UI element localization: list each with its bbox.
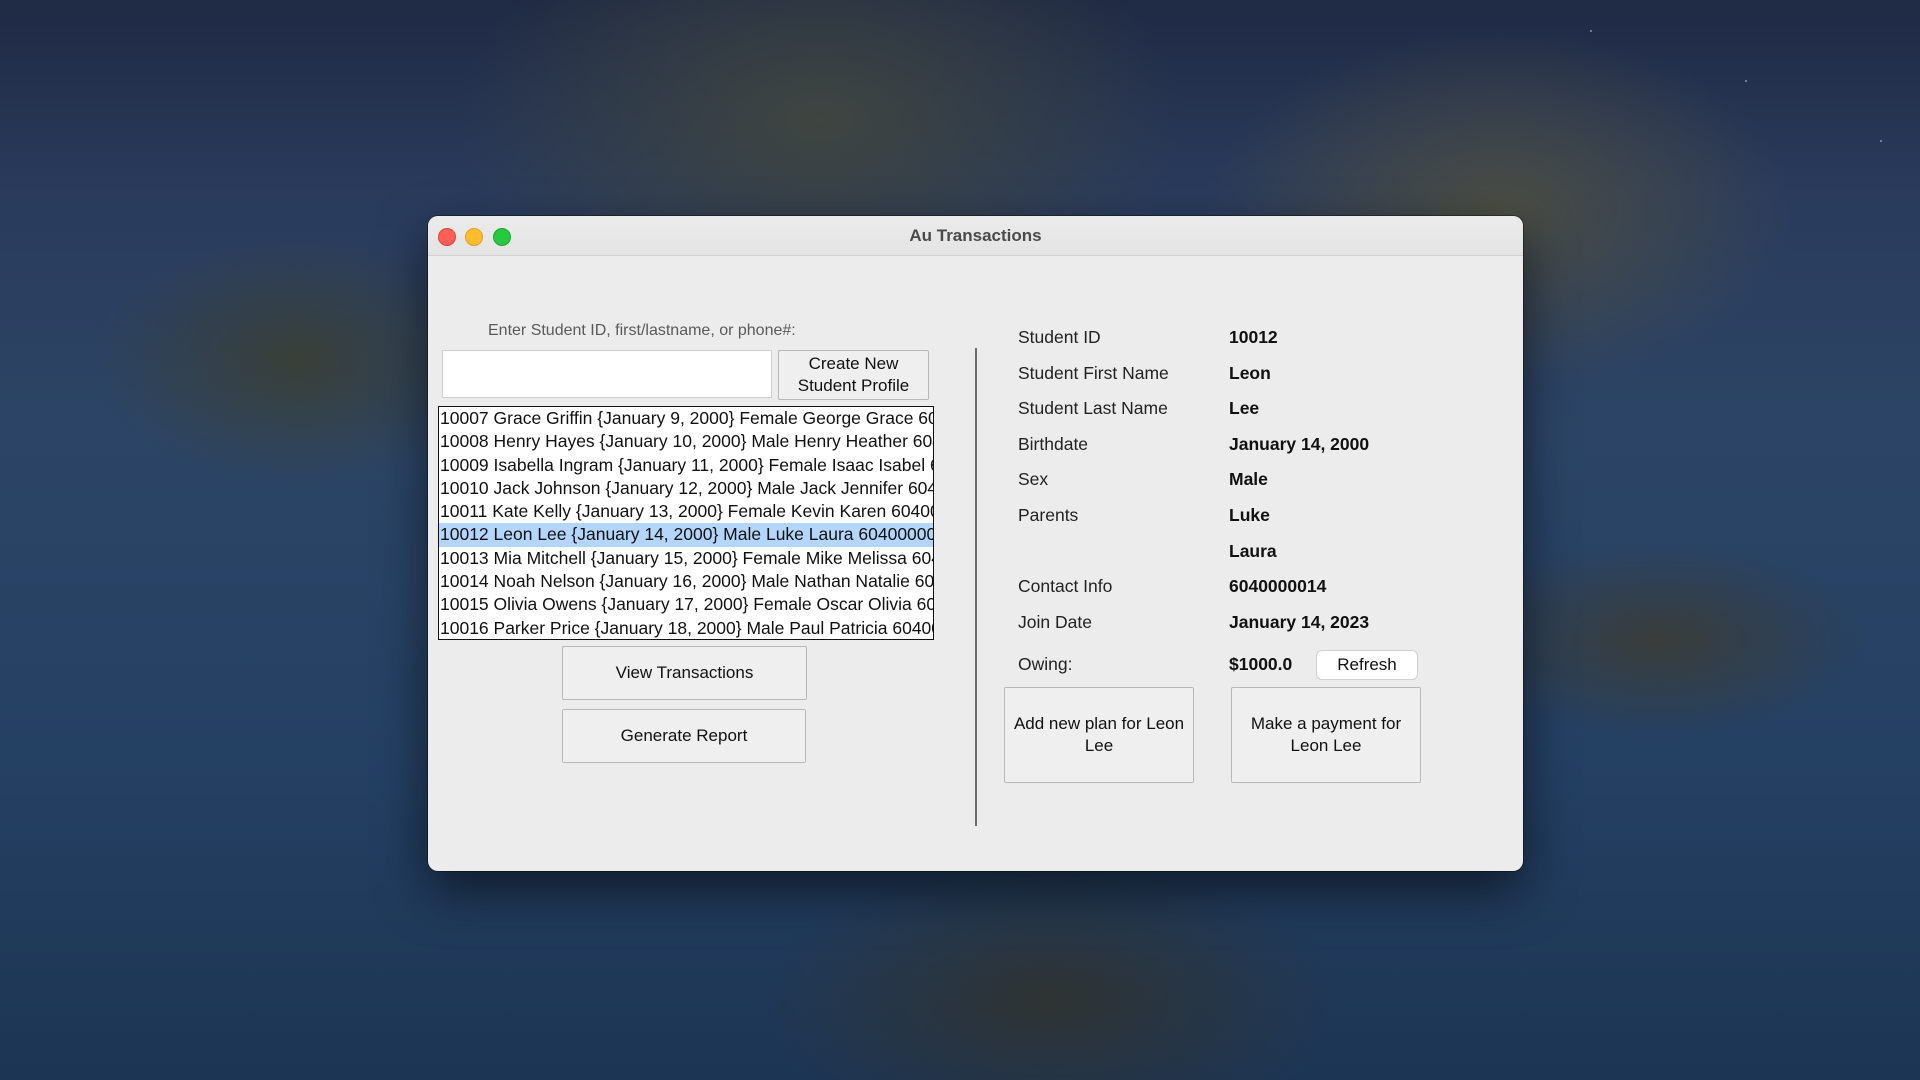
star	[1590, 30, 1592, 32]
star	[1745, 80, 1747, 82]
search-input[interactable]	[442, 350, 772, 398]
contact-info-value: 6040000014	[1229, 576, 1327, 596]
student-id-label: Student ID	[1018, 327, 1101, 347]
add-plan-button[interactable]: Add new plan for Leon Lee	[1004, 687, 1194, 783]
list-item[interactable]: 10014 Noah Nelson {January 16, 2000} Mal…	[439, 570, 933, 593]
list-item[interactable]: 10011 Kate Kelly {January 13, 2000} Fema…	[439, 500, 933, 523]
window-title: Au Transactions	[909, 226, 1042, 245]
last-name-label: Student Last Name	[1018, 398, 1168, 418]
owing-label: Owing:	[1018, 654, 1073, 674]
list-item[interactable]: 10010 Jack Johnson {January 12, 2000} Ma…	[439, 477, 933, 500]
first-name-value: Leon	[1229, 363, 1271, 383]
list-item[interactable]: 10013 Mia Mitchell {January 15, 2000} Fe…	[439, 547, 933, 570]
list-item[interactable]: 10007 Grace Griffin {January 9, 2000} Fe…	[439, 407, 933, 430]
student-listbox[interactable]: 10007 Grace Griffin {January 9, 2000} Fe…	[438, 406, 934, 640]
join-date-value: January 14, 2023	[1229, 612, 1370, 632]
view-transactions-button[interactable]: View Transactions	[562, 646, 807, 700]
owing-value: $1000.0	[1229, 654, 1293, 674]
title-bar[interactable]: Au Transactions	[428, 216, 1523, 256]
parents-label: Parents	[1018, 505, 1079, 525]
list-item[interactable]: 10016 Parker Price {January 18, 2000} Ma…	[439, 617, 933, 639]
list-item[interactable]: 10009 Isabella Ingram {January 11, 2000}…	[439, 454, 933, 477]
birthdate-label: Birthdate	[1018, 434, 1089, 454]
parent-2-value: Laura	[1229, 541, 1277, 561]
generate-report-button[interactable]: Generate Report	[562, 709, 806, 763]
make-payment-button[interactable]: Make a payment for Leon Lee	[1231, 687, 1421, 783]
create-student-profile-button[interactable]: Create New Student Profile	[778, 350, 929, 400]
refresh-button[interactable]: Refresh	[1316, 650, 1418, 680]
search-label: Enter Student ID, first/lastname, or pho…	[488, 322, 796, 339]
parent-1-value: Luke	[1229, 505, 1270, 525]
sex-value: Male	[1229, 469, 1268, 489]
last-name-value: Lee	[1229, 398, 1260, 418]
first-name-label: Student First Name	[1018, 363, 1169, 383]
app-window: Au Transactions Enter Student ID, first/…	[428, 216, 1523, 871]
star	[1880, 140, 1882, 142]
list-item[interactable]: 10015 Olivia Owens {January 17, 2000} Fe…	[439, 593, 933, 616]
sex-label: Sex	[1018, 469, 1049, 489]
list-item-selected[interactable]: 10012 Leon Lee {January 14, 2000} Male L…	[439, 523, 933, 547]
list-item[interactable]: 10008 Henry Hayes {January 10, 2000} Mal…	[439, 430, 933, 453]
contact-info-label: Contact Info	[1018, 576, 1113, 596]
student-id-value: 10012	[1229, 327, 1278, 347]
divider	[975, 348, 977, 826]
birthdate-value: January 14, 2000	[1229, 434, 1370, 454]
join-date-label: Join Date	[1018, 612, 1092, 632]
